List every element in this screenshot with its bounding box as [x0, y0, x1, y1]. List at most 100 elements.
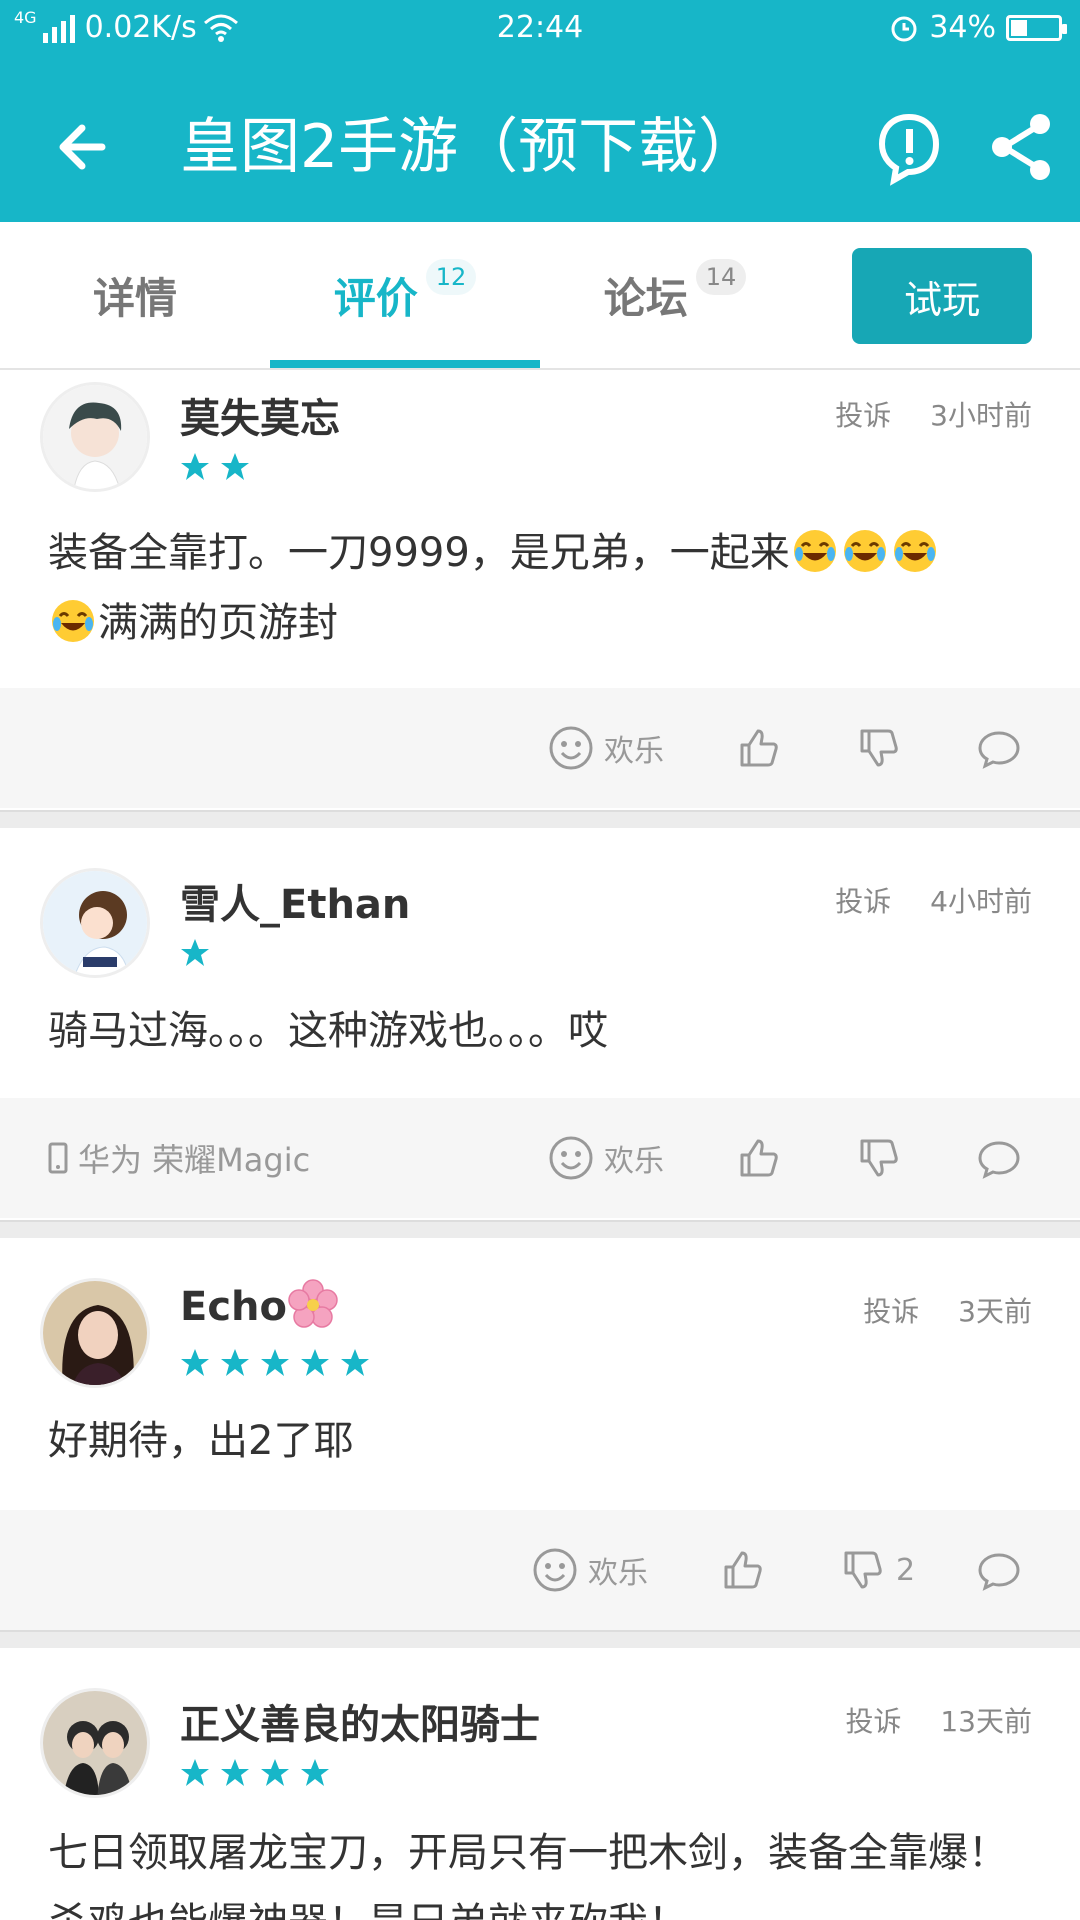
thumbs-down-icon — [844, 1551, 882, 1589]
comment-button[interactable] — [976, 1510, 1022, 1630]
thumbs-up-icon — [740, 729, 778, 767]
review-card: 雪人_Ethan 投诉 4小时前 骑马过海。。。这种游戏也。。。哎 华为 荣耀M… — [0, 828, 1080, 1220]
reaction-label: 欢乐 — [604, 1144, 664, 1179]
star-icon — [301, 1349, 329, 1376]
review-username[interactable]: 莫失莫忘 — [180, 386, 340, 444]
username-text: Echo — [180, 1284, 287, 1330]
back-button[interactable] — [40, 102, 130, 192]
star-icon — [181, 1349, 209, 1376]
tab-bar: 详情 评价 12 论坛 14 试玩 — [0, 222, 1080, 370]
tab-forum[interactable]: 论坛 14 — [540, 222, 810, 368]
avatar[interactable] — [40, 868, 150, 978]
review-card: Echo 投诉 3天前 好期待，出2了耶 欢乐 2 — [0, 1238, 1080, 1630]
laughing-emoji-icon — [893, 530, 936, 572]
like-button[interactable] — [720, 1510, 766, 1630]
comment-bubble-icon — [978, 1141, 1020, 1179]
reaction-button[interactable]: 欢乐 — [548, 1098, 664, 1218]
review-meta: 投诉 3天前 — [833, 1290, 1032, 1330]
avatar[interactable] — [40, 1688, 150, 1798]
page-title: 皇图2手游（预下载） — [180, 112, 759, 182]
rating-stars — [180, 1758, 330, 1788]
dislike-button[interactable] — [856, 688, 902, 808]
star-icon — [221, 453, 249, 480]
star-icon — [221, 1759, 249, 1786]
top-bar: 4G 0.02K/s 22:44 34% 皇图2手游（预下载） — [0, 0, 1080, 222]
dislike-count: 2 — [896, 1552, 916, 1588]
reaction-button[interactable]: 欢乐 — [532, 1510, 648, 1630]
review-username[interactable]: Echo — [180, 1278, 339, 1330]
device-name: 华为 荣耀Magic — [78, 1141, 311, 1179]
review-username[interactable]: 雪人_Ethan — [180, 872, 410, 930]
dislike-button[interactable] — [856, 1098, 902, 1218]
review-text: 骑马过海。。。这种游戏也。。。哎 — [48, 1008, 608, 1054]
star-icon — [261, 1349, 289, 1376]
rating-stars — [180, 938, 210, 968]
review-text: 装备全靠打。一刀9999，是兄弟，一起来满满的页游封 — [48, 518, 1040, 658]
phone-icon — [48, 1142, 68, 1174]
review-actions: 欢乐 — [0, 688, 1080, 808]
battery-percent: 34% — [929, 10, 996, 45]
laughing-emoji-icon — [793, 530, 836, 572]
review-text: 七日领取屠龙宝刀，开局只有一把木剑，装备全靠爆！杀鸡也能爆神器！是兄弟就来砍我！ — [48, 1830, 1008, 1920]
cherry-blossom-icon — [288, 1279, 338, 1328]
reaction-button[interactable]: 欢乐 — [548, 688, 664, 808]
review-card: 莫失莫忘 投诉 3小时前 装备全靠打。一刀9999，是兄弟，一起来 满满的页游封 … — [0, 372, 1080, 810]
review-actions: 欢乐 2 — [0, 1510, 1080, 1630]
device-info: 华为 荣耀Magic — [48, 1098, 310, 1218]
try-play-button[interactable]: 试玩 — [852, 248, 1032, 344]
review-actions: 华为 荣耀Magic 欢乐 — [0, 1098, 1080, 1218]
star-icon — [341, 1349, 369, 1376]
tab-label: 详情 — [92, 273, 177, 323]
thumbs-down-icon — [860, 729, 898, 767]
comment-button[interactable] — [976, 688, 1022, 808]
thumbs-up-icon — [724, 1551, 762, 1589]
like-button[interactable] — [736, 688, 782, 808]
report-link[interactable]: 投诉 — [863, 1295, 919, 1328]
report-button[interactable] — [864, 102, 954, 192]
smile-face-icon — [549, 1136, 593, 1180]
laughing-emoji-icon — [52, 600, 94, 642]
tab-details[interactable]: 详情 — [0, 222, 270, 368]
card-divider — [0, 1220, 1080, 1238]
tab-reviews[interactable]: 评价 12 — [270, 222, 540, 368]
review-text-part: 满满的页游封 — [98, 600, 338, 646]
dislike-button[interactable]: 2 — [840, 1510, 915, 1630]
report-link[interactable]: 投诉 — [835, 399, 891, 432]
review-meta: 投诉 13天前 — [815, 1700, 1032, 1740]
smile-face-icon — [549, 726, 593, 770]
report-link[interactable]: 投诉 — [835, 885, 891, 918]
thumbs-down-icon — [860, 1139, 898, 1177]
thumbs-up-icon — [740, 1139, 778, 1177]
review-card: 正义善良的太阳骑士 投诉 13天前 七日领取屠龙宝刀，开局只有一把木剑，装备全靠… — [0, 1648, 1080, 1920]
avatar[interactable] — [40, 382, 150, 492]
star-icon — [221, 1349, 249, 1376]
smile-face-icon — [533, 1548, 577, 1592]
star-icon — [261, 1759, 289, 1786]
card-divider — [0, 1630, 1080, 1648]
star-icon — [301, 1759, 329, 1786]
star-icon — [181, 453, 209, 480]
review-meta: 投诉 4小时前 — [805, 880, 1032, 920]
rating-stars — [180, 1348, 370, 1378]
review-username[interactable]: 正义善良的太阳骑士 — [180, 1692, 540, 1750]
active-tab-indicator — [270, 360, 540, 368]
comment-button[interactable] — [976, 1098, 1022, 1218]
comment-bubble-icon — [978, 1553, 1020, 1591]
status-bar: 4G 0.02K/s 22:44 34% — [0, 0, 1080, 56]
review-meta: 投诉 3小时前 — [805, 394, 1032, 434]
avatar[interactable] — [40, 1278, 150, 1388]
review-time: 3小时前 — [930, 399, 1032, 432]
laughing-emoji-icon — [843, 530, 886, 572]
tab-count-badge: 12 — [425, 259, 477, 295]
review-time: 4小时前 — [930, 885, 1032, 918]
review-time: 13天前 — [940, 1705, 1032, 1738]
app-bar: 皇图2手游（预下载） — [0, 56, 1080, 222]
star-icon — [181, 1759, 209, 1786]
like-button[interactable] — [736, 1098, 782, 1218]
review-text-part: 装备全靠打。一刀9999，是兄弟，一起来 — [48, 530, 790, 576]
star-icon — [181, 939, 209, 966]
tab-label: 论坛 — [603, 273, 688, 323]
reaction-label: 欢乐 — [604, 734, 664, 769]
report-link[interactable]: 投诉 — [845, 1705, 901, 1738]
share-button[interactable] — [976, 102, 1066, 192]
